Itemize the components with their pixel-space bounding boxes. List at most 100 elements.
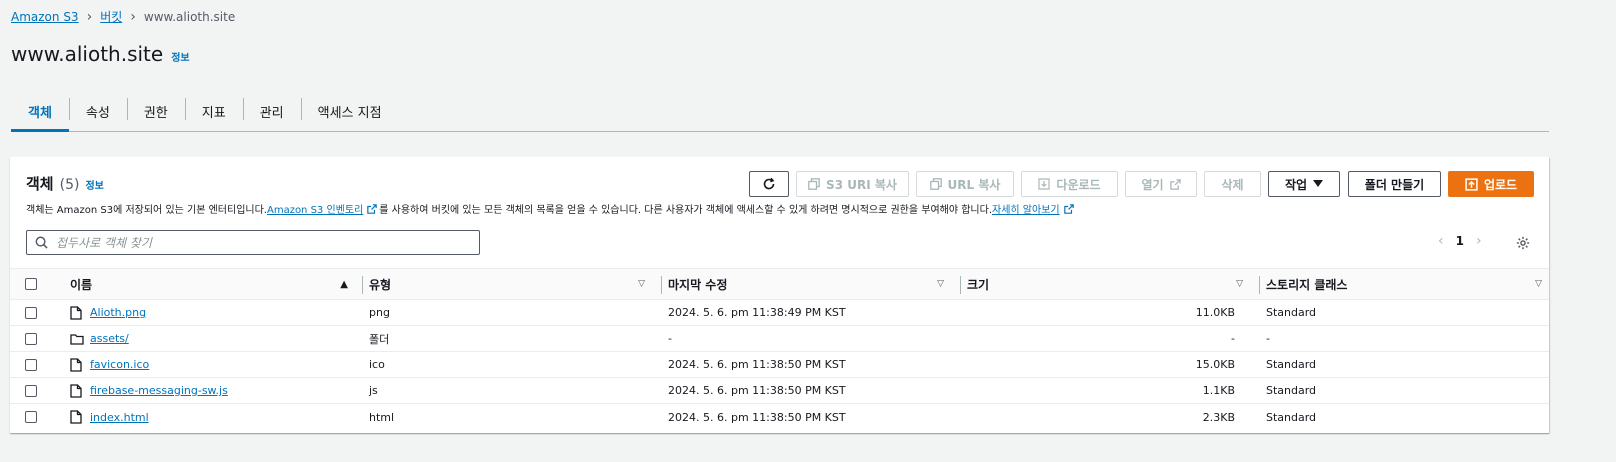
object-name[interactable]: index.html (90, 411, 149, 424)
column-header-last-modified[interactable]: 마지막 수정 ▽ (668, 269, 948, 299)
file-icon-wrap (70, 357, 84, 372)
select-all-checkbox[interactable] (25, 278, 37, 290)
storage-class-cell: - (1266, 332, 1270, 345)
object-link[interactable]: favicon.ico (70, 357, 149, 372)
caret-down-icon (1313, 180, 1324, 187)
row-checkbox[interactable] (25, 332, 37, 345)
chevron-right-icon: › (86, 8, 93, 25)
column-header-type[interactable]: 유형 ▽ (369, 269, 649, 299)
object-name[interactable]: Alioth.png (90, 306, 146, 319)
panel-info-link[interactable]: 정보 (85, 177, 103, 192)
column-divider[interactable] (362, 276, 363, 294)
delete-label: 삭제 (1221, 177, 1244, 192)
object-name[interactable]: assets/ (90, 332, 129, 345)
table-row[interactable]: assets/폴더 - - - (10, 326, 1549, 352)
chevron-right-icon: › (130, 8, 136, 25)
size-cell: 1.1KB (1202, 384, 1235, 397)
row-checkbox[interactable] (25, 306, 37, 319)
column-divider[interactable] (960, 276, 961, 294)
sort-ascending-icon: ▲ (340, 278, 348, 290)
inventory-link[interactable]: Amazon S3 인벤토리 (267, 201, 379, 216)
search-input[interactable] (56, 235, 456, 250)
open-button[interactable]: 열기 (1125, 171, 1197, 197)
object-count: (5) (59, 177, 80, 193)
info-link[interactable]: 정보 (171, 49, 189, 64)
object-name[interactable]: favicon.ico (90, 358, 149, 371)
chevron-left-icon[interactable]: ‹ (1438, 233, 1444, 249)
inventory-link-label: Amazon S3 인벤토리 (266, 205, 364, 216)
search-box (26, 230, 480, 255)
object-link[interactable]: index.html (70, 410, 149, 424)
size-cell: 15.0KB (1195, 358, 1235, 371)
actions-dropdown[interactable]: 작업 (1268, 171, 1340, 197)
breadcrumb: Amazon S3 › 버킷 › www.alioth.site (11, 8, 235, 25)
current-page[interactable]: 1 (1456, 234, 1464, 248)
file-icon-wrap (70, 410, 84, 424)
tab-metrics[interactable]: 지표 (184, 92, 243, 131)
search-icon (35, 236, 48, 249)
preferences-button[interactable] (1513, 233, 1533, 253)
copy-s3-uri-button[interactable]: S3 URI 복사 (796, 171, 909, 197)
external-link-icon (1063, 203, 1074, 214)
storage-class-cell: Standard (1266, 306, 1317, 319)
column-divider[interactable] (1259, 276, 1260, 294)
file-icon (70, 305, 82, 320)
name-cell: favicon.ico (70, 352, 352, 377)
name-cell: firebase-messaging-sw.js (70, 378, 352, 403)
sort-icon: ▽ (638, 279, 645, 289)
copy-icon (808, 178, 820, 190)
column-header-size[interactable]: 크기 ▽ (967, 269, 1247, 299)
breadcrumb-item-buckets[interactable]: 버킷 (100, 8, 122, 25)
column-divider[interactable] (661, 276, 662, 294)
panel-title: 객체 (26, 175, 54, 193)
learn-more-link[interactable]: 자세히 알아보기 (992, 201, 1076, 216)
column-label-type: 유형 (369, 277, 392, 292)
upload-button[interactable]: 업로드 (1448, 171, 1534, 197)
tab-properties[interactable]: 속성 (68, 92, 127, 131)
breadcrumb-item-s3[interactable]: Amazon S3 (11, 10, 79, 24)
refresh-icon (763, 177, 775, 190)
storage-class-cell: Standard (1266, 410, 1317, 424)
table-row[interactable]: index.html html 2024. 5. 6. pm 11:38:50 PM… (10, 404, 1549, 430)
object-link[interactable]: assets/ (70, 332, 129, 346)
size-cell: 11.0KB (1195, 306, 1235, 319)
column-label-last-modified: 마지막 수정 (668, 277, 728, 292)
tab-management[interactable]: 관리 (242, 92, 301, 131)
download-button[interactable]: 다운로드 (1021, 171, 1118, 197)
file-icon-wrap (70, 383, 84, 398)
table-header: 이름 ▲ 유형 ▽ 마지막 수정 ▽ 크기 ▽ 스토리지 클래스 ▽ (10, 268, 1549, 300)
file-icon (70, 357, 82, 372)
sort-icon: ▽ (1236, 279, 1243, 289)
delete-button[interactable]: 삭제 (1204, 171, 1261, 197)
column-header-storage-class[interactable]: 스토리지 클래스 ▽ (1266, 269, 1546, 299)
object-link[interactable]: Alioth.png (70, 305, 146, 320)
tab-permissions[interactable]: 권한 (126, 92, 185, 131)
object-link[interactable]: firebase-messaging-sw.js (70, 383, 228, 398)
row-checkbox[interactable] (25, 384, 37, 397)
table-row[interactable]: firebase-messaging-sw.js js 2024. 5. 6. pm… (10, 378, 1549, 404)
column-header-name[interactable]: 이름 ▲ (70, 269, 352, 299)
row-checkbox[interactable] (25, 411, 37, 423)
copy-url-button[interactable]: URL 복사 (916, 171, 1014, 197)
folder-icon (70, 333, 84, 345)
tab-objects[interactable]: 객체 (11, 92, 69, 132)
last-modified-cell: 2024. 5. 6. pm 11:38:50 PM KST (668, 358, 846, 371)
chevron-right-icon[interactable]: › (1476, 233, 1482, 249)
page-title: www.alioth.site (11, 42, 164, 66)
file-icon-wrap (70, 305, 84, 320)
refresh-button[interactable] (749, 171, 789, 197)
breadcrumb-current: www.alioth.site (143, 9, 236, 24)
table-row[interactable]: Alioth.png png 2024. 5. 6. pm 11:38:49 PM … (10, 300, 1549, 326)
type-cell: 폴더 (369, 332, 390, 346)
folder-icon-wrap (70, 332, 84, 346)
create-folder-button[interactable]: 폴더 만들기 (1348, 171, 1441, 197)
storage-class-cell: Standard (1266, 358, 1317, 371)
file-icon (70, 410, 82, 424)
copy-icon (929, 178, 942, 190)
table-row[interactable]: favicon.ico ico 2024. 5. 6. pm 11:38:50 PM… (10, 352, 1549, 378)
tab-access-points[interactable]: 액세스 지점 (300, 92, 399, 131)
row-checkbox[interactable] (25, 358, 37, 371)
object-name[interactable]: firebase-messaging-sw.js (90, 384, 228, 397)
row-select-cell (25, 378, 39, 403)
create-folder-label: 폴더 만들기 (1364, 177, 1425, 192)
